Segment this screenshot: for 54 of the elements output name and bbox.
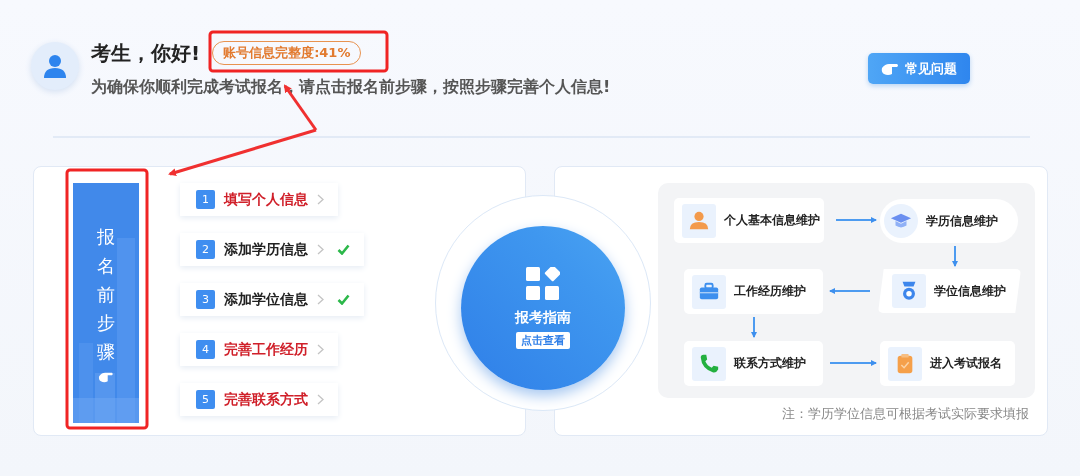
flow-node-label: 联系方式维护	[734, 355, 806, 372]
flow-arrow	[751, 316, 757, 338]
step-item[interactable]: 4 完善工作经历	[180, 333, 338, 366]
chevron-icon	[317, 394, 324, 405]
step-item[interactable]: 5 完善联系方式	[180, 383, 338, 416]
check-icon	[337, 244, 350, 255]
flow-node-label: 学位信息维护	[934, 282, 1006, 300]
step-number: 5	[196, 390, 215, 409]
flow-node[interactable]: 学历信息维护	[880, 199, 1018, 243]
step-number: 2	[196, 240, 215, 259]
flow-arrow	[829, 288, 871, 294]
chevron-icon	[317, 244, 324, 255]
chevron-icon	[317, 194, 324, 205]
flow-node-label: 学历信息维护	[926, 212, 998, 230]
chevron-icon	[317, 344, 324, 355]
step-number: 1	[196, 190, 215, 209]
avatar-icon	[31, 42, 79, 90]
chevron-icon	[317, 294, 324, 305]
step-item[interactable]: 1 填写个人信息	[180, 183, 338, 216]
banner-title: 报名前步骤	[97, 225, 115, 365]
step-label: 添加学位信息	[224, 290, 308, 309]
graduation-cap-icon	[884, 204, 918, 238]
flow-arrow	[835, 217, 877, 223]
step-item[interactable]: 3 添加学位信息	[180, 283, 364, 316]
phone-icon	[692, 346, 726, 381]
apps-icon	[526, 267, 560, 301]
flow-node-label: 工作经历维护	[734, 283, 806, 300]
flow-arrow	[829, 360, 877, 366]
person-icon	[682, 203, 716, 238]
steps-banner[interactable]: 报名前步骤	[73, 183, 139, 423]
flow-node[interactable]: 学位信息维护	[878, 269, 1021, 313]
clipboard-icon	[888, 346, 922, 381]
flow-node[interactable]: 进入考试报名	[880, 341, 1015, 386]
step-item[interactable]: 2 添加学历信息	[180, 233, 364, 266]
flow-node-label: 进入考试报名	[930, 355, 1002, 372]
step-number: 3	[196, 290, 215, 309]
flow-node[interactable]: 个人基本信息维护	[674, 198, 824, 243]
briefcase-icon	[692, 274, 726, 309]
greeting-title: 考生，你好!	[91, 40, 201, 67]
step-label: 添加学历信息	[224, 240, 308, 259]
medal-icon	[892, 274, 926, 308]
guide-button[interactable]: 报考指南 点击查看	[461, 226, 625, 390]
step-label: 完善联系方式	[224, 390, 308, 409]
step-number: 4	[196, 340, 215, 359]
flow-node-label: 个人基本信息维护	[724, 212, 820, 229]
pointing-hand-icon	[98, 371, 114, 383]
check-icon	[337, 294, 350, 305]
flow-node[interactable]: 工作经历维护	[684, 269, 823, 314]
flow-arrow	[952, 245, 958, 267]
step-label: 完善工作经历	[224, 340, 308, 359]
pointing-hand-icon	[881, 61, 899, 76]
flow-node[interactable]: 联系方式维护	[684, 341, 823, 386]
step-label: 填写个人信息	[224, 190, 308, 209]
footnote: 注：学历学位信息可根据考试实际要求填报	[781, 406, 1029, 423]
